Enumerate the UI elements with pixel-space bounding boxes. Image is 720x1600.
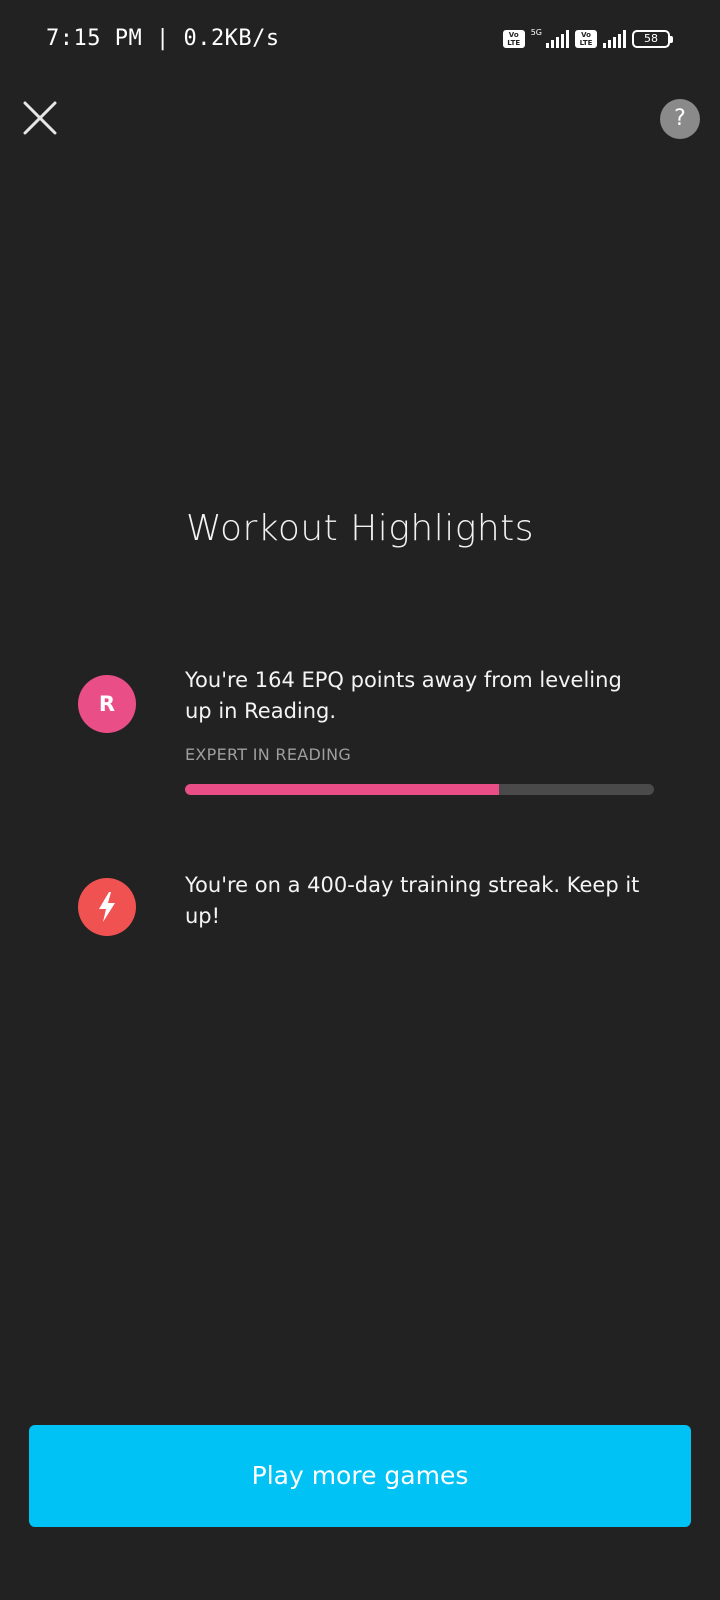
- close-button[interactable]: [22, 100, 58, 136]
- lightning-bolt-icon: [99, 892, 115, 922]
- highlight-text: You're 164 EPQ points away from leveling…: [185, 668, 622, 723]
- signal-strength-icon-sim2: [603, 30, 626, 48]
- volte-icon: Vo LTE: [502, 30, 525, 48]
- status-icons: Vo LTE 5G Vo LTE 58: [502, 28, 673, 50]
- help-icon: ?: [674, 106, 686, 131]
- network-type-label: 5G: [530, 28, 542, 37]
- help-button[interactable]: ?: [660, 99, 700, 139]
- status-bar: 7:15 PM | 0.2KB/s Vo LTE 5G Vo LTE 58: [0, 0, 720, 80]
- workout-highlights-screen: 7:15 PM | 0.2KB/s Vo LTE 5G Vo LTE 58 ? Wo…: [0, 0, 720, 1600]
- highlight-body: You're on a 400-day training streak. Kee…: [185, 870, 655, 932]
- highlight-text: You're on a 400-day training streak. Kee…: [185, 873, 640, 928]
- level-progress-bar: [185, 784, 654, 795]
- volte-icon-sim2: Vo LTE: [575, 30, 597, 48]
- streak-badge: [78, 878, 136, 936]
- level-progress-fill: [185, 784, 500, 795]
- play-more-games-button[interactable]: Play more games: [29, 1425, 691, 1527]
- status-time: 7:15 PM | 0.2KB/s: [46, 26, 280, 51]
- signal-strength-icon: [546, 30, 569, 48]
- reading-badge-icon: R: [78, 675, 136, 733]
- battery-icon: 58: [632, 30, 673, 48]
- highlight-body: You're 164 EPQ points away from leveling…: [185, 665, 655, 795]
- page-title: Workout Highlights: [185, 508, 535, 549]
- highlight-caption: EXPERT IN READING: [185, 745, 352, 764]
- close-icon: [23, 101, 57, 135]
